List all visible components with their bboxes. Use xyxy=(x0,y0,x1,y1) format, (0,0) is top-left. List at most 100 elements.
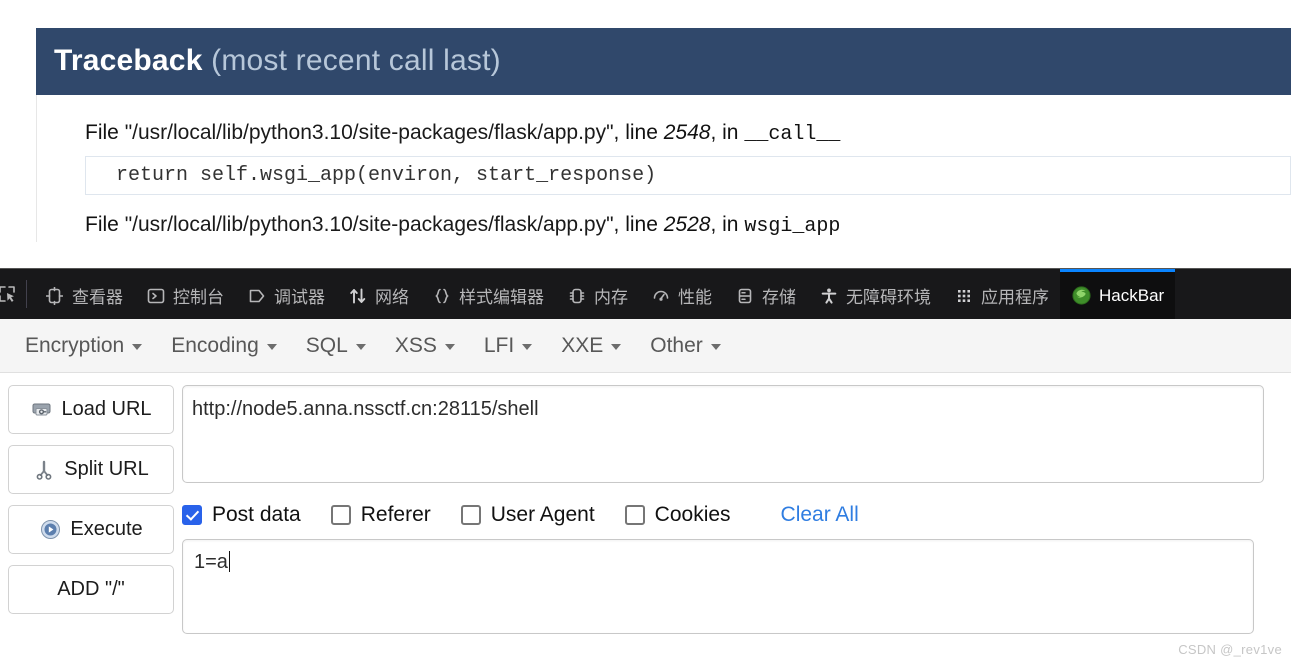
button-label: ADD "/" xyxy=(57,578,125,600)
menu-label: XSS xyxy=(394,333,437,357)
file-path: "/usr/local/lib/python3.10/site-packages… xyxy=(124,213,614,236)
file-keyword: File xyxy=(85,121,125,144)
screenshot-root: Traceback (most recent call last) File "… xyxy=(0,0,1291,666)
scissors-icon xyxy=(33,459,55,481)
clear-all-link[interactable]: Clear All xyxy=(781,503,859,527)
user-agent-option[interactable]: User Agent xyxy=(460,503,595,527)
devtools-tab-performance[interactable]: 性能 xyxy=(639,269,723,319)
cookies-checkbox[interactable] xyxy=(624,505,645,525)
devtools-tab-hackbar[interactable]: HackBar xyxy=(1060,269,1176,319)
in-keyword: , in xyxy=(710,213,745,236)
referer-checkbox[interactable] xyxy=(330,505,351,525)
style-editor-icon xyxy=(431,285,452,306)
referer-option[interactable]: Referer xyxy=(330,503,431,527)
text-cursor xyxy=(228,551,230,572)
menu-label: XXE xyxy=(561,333,604,357)
hackbar-menu-encoding[interactable]: Encoding xyxy=(160,328,288,364)
console-icon xyxy=(145,285,166,306)
line-number: 2528 xyxy=(663,213,711,236)
devtools-tab-memory[interactable]: 内存 xyxy=(555,269,639,319)
menu-label: Other xyxy=(650,333,703,357)
hackbar-options-row: Post data Referer User Agent Cookies Cle… xyxy=(182,503,1291,527)
option-label: Post data xyxy=(212,503,301,526)
cookies-option[interactable]: Cookies xyxy=(624,503,731,527)
performance-icon xyxy=(650,285,671,306)
file-path: "/usr/local/lib/python3.10/site-packages… xyxy=(124,121,614,144)
devtools-tab-label: 样式编辑器 xyxy=(459,288,544,307)
traceback-header: Traceback (most recent call last) xyxy=(36,28,1291,95)
hackbar-body: Load URL Split URL Execute ADD "/" http:… xyxy=(0,373,1291,634)
in-keyword: , in xyxy=(710,121,745,144)
traceback-frame-location: File "/usr/local/lib/python3.10/site-pac… xyxy=(85,117,1291,150)
devtools-tab-label: HackBar xyxy=(1099,285,1165,305)
traceback-frame-location: File "/usr/local/lib/python3.10/site-pac… xyxy=(85,209,1291,242)
menu-label: SQL xyxy=(305,333,348,357)
devtools-tab-storage[interactable]: 存储 xyxy=(723,269,807,319)
devtools-tab-accessibility[interactable]: 无障碍环境 xyxy=(807,269,942,319)
button-label: Execute xyxy=(70,518,143,540)
play-icon xyxy=(39,519,61,541)
traceback-code-line: return self.wsgi_app(environ, start_resp… xyxy=(85,156,1291,195)
devtools-tab-inspector[interactable]: 查看器 xyxy=(33,269,134,319)
devtools-tab-label: 查看器 xyxy=(72,288,123,307)
split-url-button[interactable]: Split URL xyxy=(8,445,174,494)
hackbar-menu-other[interactable]: Other xyxy=(639,328,732,364)
chevron-down-icon xyxy=(710,344,721,350)
traceback-container: Traceback (most recent call last) File "… xyxy=(36,28,1291,244)
line-keyword: , line xyxy=(613,213,664,236)
post-data-input[interactable]: 1=a xyxy=(182,539,1254,634)
memory-icon xyxy=(566,285,587,306)
hackbar-menu-encryption[interactable]: Encryption xyxy=(14,328,153,364)
file-keyword: File xyxy=(85,213,125,236)
post-data-checkbox[interactable] xyxy=(182,505,202,525)
devtools-tab-label: 性能 xyxy=(678,288,712,307)
hackbar-menu-xss[interactable]: XSS xyxy=(384,328,466,364)
devtools-tab-label: 存储 xyxy=(762,288,796,307)
option-label: User Agent xyxy=(490,503,595,526)
traceback-frame: File "/usr/local/lib/python3.10/site-pac… xyxy=(85,117,1291,195)
url-input[interactable]: http://node5.anna.nssctf.cn:28115/shell xyxy=(182,385,1264,483)
devtools-panel: 查看器 控制台 调试器 网络 样式编辑器 内存 性能 存储 无障碍环境 应用程序… xyxy=(0,268,1291,666)
devtools-tab-label: 网络 xyxy=(375,288,409,307)
debugger-icon xyxy=(246,285,267,306)
devtools-tab-label: 内存 xyxy=(594,288,628,307)
hackbar-icon xyxy=(1071,285,1092,306)
inspector-icon xyxy=(44,285,65,306)
element-picker-icon[interactable] xyxy=(0,269,24,319)
devtools-tab-network[interactable]: 网络 xyxy=(336,269,420,319)
devtools-tab-style-editor[interactable]: 样式编辑器 xyxy=(420,269,555,319)
menu-label: LFI xyxy=(483,333,515,357)
devtools-toolbar: 查看器 控制台 调试器 网络 样式编辑器 内存 性能 存储 无障碍环境 应用程序… xyxy=(0,269,1291,319)
hackbar-menu-lfi[interactable]: LFI xyxy=(473,328,543,364)
hackbar-menu-sql[interactable]: SQL xyxy=(295,328,377,364)
application-icon xyxy=(953,285,974,306)
traceback-subtitle: (most recent call last) xyxy=(211,44,501,77)
user-agent-checkbox[interactable] xyxy=(460,505,481,525)
post-data-value: 1=a xyxy=(194,551,228,573)
devtools-tab-application[interactable]: 应用程序 xyxy=(942,269,1060,319)
traceback-body: File "/usr/local/lib/python3.10/site-pac… xyxy=(36,95,1291,242)
devtools-tab-label: 调试器 xyxy=(274,288,325,307)
accessibility-icon xyxy=(818,285,839,306)
menu-label: Encryption xyxy=(25,333,125,357)
chevron-down-icon xyxy=(132,344,143,350)
button-label: Split URL xyxy=(64,458,149,480)
post-data-option[interactable]: Post data xyxy=(182,503,301,527)
chevron-down-icon xyxy=(522,344,533,350)
devtools-tab-label: 应用程序 xyxy=(981,288,1049,307)
hackbar-action-buttons: Load URL Split URL Execute ADD "/" xyxy=(0,385,182,634)
function-name: __call__ xyxy=(744,123,841,146)
chevron-down-icon xyxy=(355,344,366,350)
load-url-button[interactable]: Load URL xyxy=(8,385,174,434)
chevron-down-icon xyxy=(611,344,622,350)
network-icon xyxy=(347,285,368,306)
devtools-tab-console[interactable]: 控制台 xyxy=(134,269,235,319)
traceback-frame: File "/usr/local/lib/python3.10/site-pac… xyxy=(85,209,1291,242)
add-slash-button[interactable]: ADD "/" xyxy=(8,565,174,614)
line-keyword: , line xyxy=(613,121,664,144)
storage-icon xyxy=(734,285,755,306)
devtools-tab-debugger[interactable]: 调试器 xyxy=(235,269,336,319)
hackbar-menu-xxe[interactable]: XXE xyxy=(550,328,632,364)
chevron-down-icon xyxy=(266,344,277,350)
execute-button[interactable]: Execute xyxy=(8,505,174,554)
